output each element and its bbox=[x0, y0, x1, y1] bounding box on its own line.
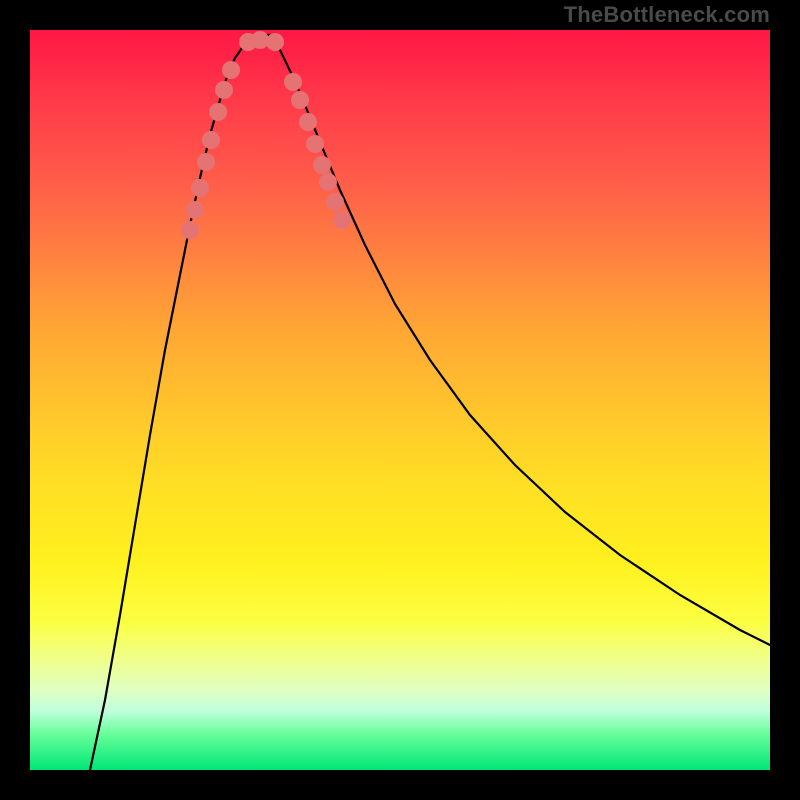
marker-point bbox=[222, 61, 240, 79]
marker-point bbox=[306, 135, 324, 153]
marker-point bbox=[313, 156, 331, 174]
marker-point bbox=[215, 81, 233, 99]
marker-point bbox=[202, 131, 220, 149]
marker-point bbox=[326, 193, 344, 211]
curve-left-curve bbox=[90, 35, 255, 770]
marker-point bbox=[181, 221, 199, 239]
marker-point bbox=[319, 173, 337, 191]
marker-point bbox=[191, 179, 209, 197]
marker-point bbox=[333, 211, 351, 229]
curve-right-curve bbox=[270, 35, 770, 645]
curve-lines bbox=[90, 35, 770, 770]
marker-point bbox=[266, 33, 284, 51]
marker-point bbox=[291, 91, 309, 109]
plot-area bbox=[30, 30, 770, 770]
marker-point bbox=[197, 153, 215, 171]
marker-point bbox=[186, 201, 204, 219]
marker-point bbox=[299, 113, 317, 131]
chart-container: TheBottleneck.com bbox=[0, 0, 800, 800]
watermark-text: TheBottleneck.com bbox=[564, 2, 770, 28]
data-markers bbox=[181, 31, 351, 239]
marker-point bbox=[284, 73, 302, 91]
chart-overlay bbox=[30, 30, 770, 770]
marker-point bbox=[209, 103, 227, 121]
